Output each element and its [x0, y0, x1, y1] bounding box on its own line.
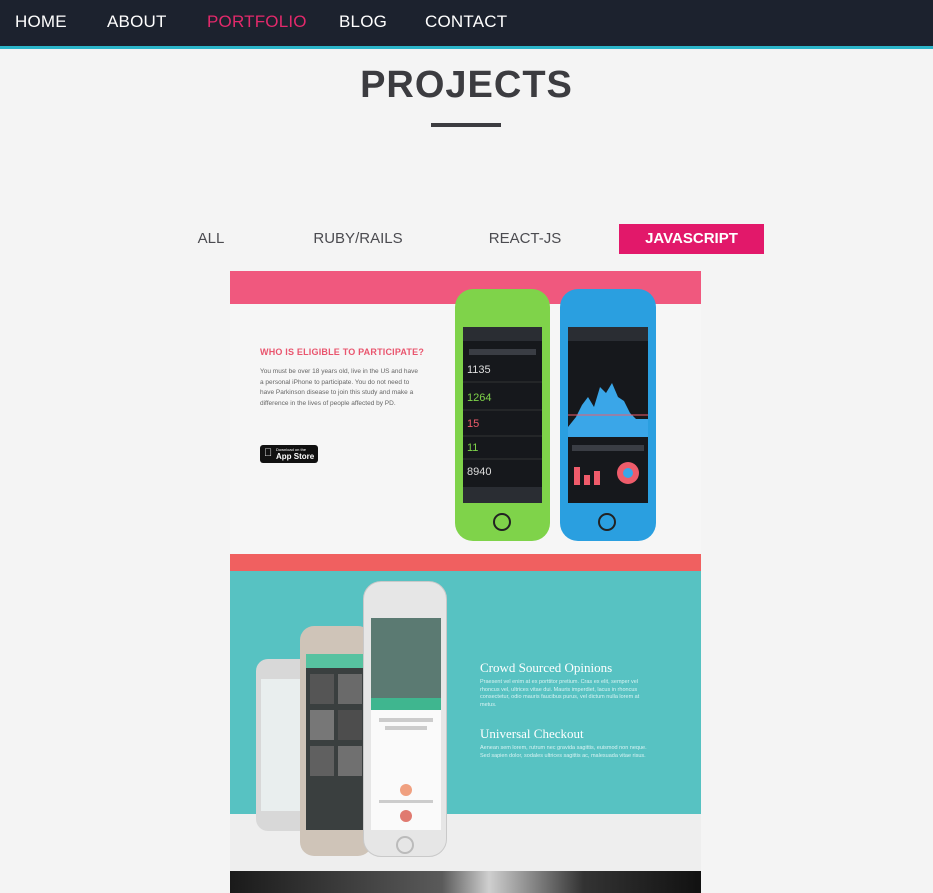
- filter-tab-all[interactable]: ALL: [180, 224, 242, 254]
- home-button: [396, 836, 414, 854]
- apple-icon: : [264, 447, 272, 459]
- nav-blog-link[interactable]: BLOG: [339, 12, 387, 32]
- nav-about-link[interactable]: ABOUT: [107, 12, 167, 32]
- dashboard-screenshot: 1135 1264 15 11 8940: [463, 327, 542, 503]
- card-image: [230, 871, 701, 893]
- card-bottom-band: [230, 554, 701, 571]
- feature-heading: Universal Checkout: [480, 726, 584, 741]
- phone-mockup-front: [363, 581, 447, 857]
- home-button: [598, 513, 616, 531]
- opinions-screenshot: [371, 618, 441, 822]
- top-nav: HOME ABOUT PORTFOLIO BLOG CONTACT: [0, 0, 933, 49]
- phone-screen: [371, 618, 441, 830]
- feature-heading: Crowd Sourced Opinions: [480, 660, 613, 675]
- title-divider: [431, 123, 501, 127]
- phone-screen: [306, 654, 366, 830]
- svg-text:8940: 8940: [467, 466, 491, 478]
- filter-tab-react-js[interactable]: REACT-JS: [474, 224, 576, 254]
- filter-tab-ruby-rails[interactable]: RUBY/RAILS: [296, 224, 420, 254]
- svg-text:1135: 1135: [467, 364, 491, 376]
- app-store-badge[interactable]:  Download on the App Store: [260, 445, 318, 463]
- nav-contact-link[interactable]: CONTACT: [425, 12, 507, 32]
- svg-text:11: 11: [467, 442, 478, 454]
- project-heading: WHO IS ELIGIBLE TO PARTICIPATE?: [260, 347, 425, 357]
- analytics-screenshot: [568, 327, 648, 485]
- nav-home-link[interactable]: HOME: [15, 12, 67, 32]
- phone-screen: 1135 1264 15 11 8940: [463, 327, 542, 503]
- svg-text:15: 15: [467, 418, 479, 430]
- photo-grid-screenshot: [306, 654, 366, 776]
- phone-mockup-blue: [560, 289, 656, 541]
- badge-big-text: App Store: [276, 452, 315, 461]
- phone-mockup-green: 1135 1264 15 11 8940: [455, 289, 550, 541]
- feature-description: Aenean sem lorem, rutrum nec gravida sag…: [480, 745, 647, 759]
- phone-mockup-middle: [300, 626, 372, 856]
- project-card-parkinson-app[interactable]: WHO IS ELIGIBLE TO PARTICIPATE? You must…: [230, 271, 701, 571]
- project-description: You must be over 18 years old, live in t…: [260, 368, 419, 407]
- page-title: PROJECTS: [360, 64, 573, 106]
- feature-description: Praesent vel enim at ex porttitor pretiu…: [480, 679, 640, 708]
- project-card-opinions-app[interactable]: Crowd Sourced Opinions Praesent vel enim…: [230, 571, 701, 871]
- project-card-third[interactable]: [230, 871, 701, 893]
- home-button: [493, 513, 511, 531]
- phone-screen: [568, 327, 648, 503]
- filter-tab-javascript[interactable]: JAVASCRIPT: [619, 224, 764, 254]
- nav-portfolio-link[interactable]: PORTFOLIO: [207, 12, 307, 32]
- svg-text:1264: 1264: [467, 392, 491, 404]
